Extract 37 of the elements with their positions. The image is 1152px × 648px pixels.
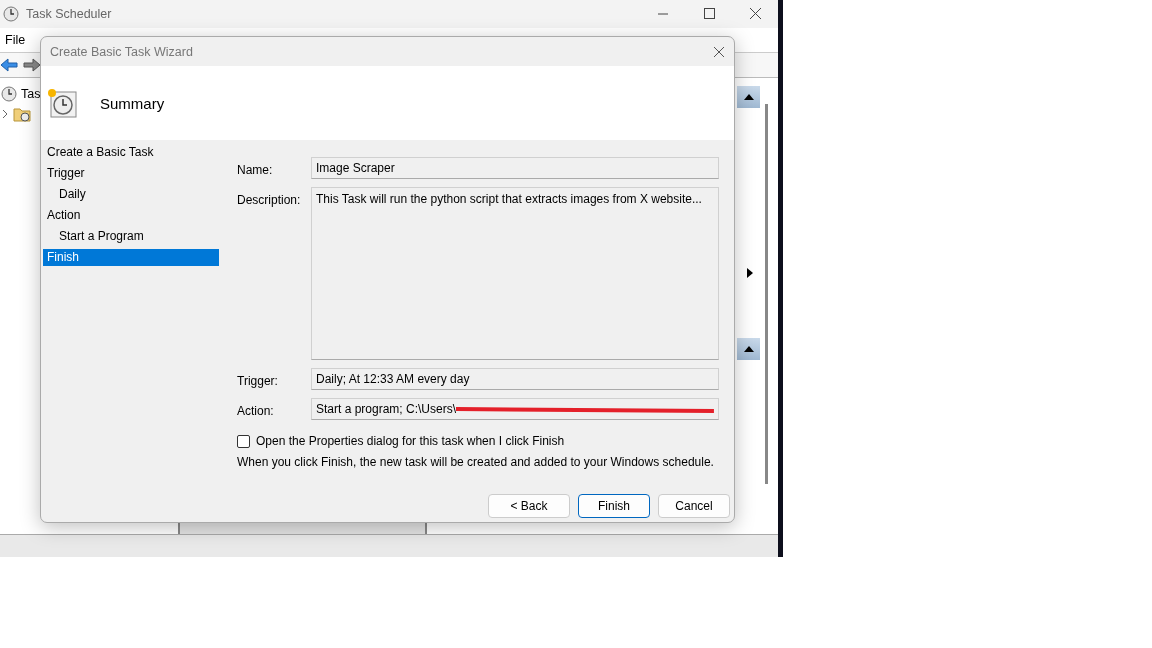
wizard-step[interactable]: Daily	[43, 186, 219, 203]
wizard-step[interactable]: Create a Basic Task	[43, 144, 219, 161]
dialog-button[interactable]: Finish	[578, 494, 650, 518]
close-button[interactable]	[713, 45, 725, 58]
wizard-step[interactable]: Finish	[43, 249, 219, 266]
description-field[interactable]: This Task will run the python script that extracts images from X website...	[311, 187, 719, 360]
scrollbar[interactable]	[765, 104, 768, 484]
clock-icon	[1, 86, 17, 102]
clock-icon	[3, 6, 19, 22]
text-field[interactable]: Daily; At 12:33 AM every day	[311, 368, 719, 390]
field-label: Name:	[237, 162, 274, 177]
wizard-step[interactable]: Start a Program	[43, 228, 219, 245]
collapse-arrow-icon[interactable]	[744, 346, 754, 352]
calendar-clock-icon	[46, 87, 78, 119]
wizard-step[interactable]: Action	[43, 207, 219, 224]
menu-item[interactable]: File	[5, 33, 26, 47]
dialog-title: Create Basic Task Wizard	[50, 44, 193, 59]
dialog-button[interactable]: Cancel	[658, 494, 730, 518]
field-label: Description:	[237, 192, 302, 207]
collapse-arrow-icon[interactable]	[744, 94, 754, 100]
forward-arrow-icon[interactable]	[23, 57, 41, 73]
field-label: Action:	[237, 403, 275, 418]
page-heading: Summary	[100, 94, 165, 112]
dialog-button[interactable]: < Back	[488, 494, 570, 518]
checkbox-label[interactable]: Open the Properties dialog for this task when I click Finish	[256, 434, 565, 448]
action-field[interactable]: Start a program; C:\Users\	[311, 398, 719, 420]
back-arrow-icon[interactable]	[0, 57, 18, 73]
checkbox[interactable]	[237, 434, 250, 448]
field-label: Trigger:	[237, 373, 279, 388]
chevron-icon[interactable]	[1, 109, 9, 119]
wizard-step[interactable]: Trigger	[43, 165, 219, 182]
folder-clock-icon[interactable]	[13, 106, 31, 122]
tree-item[interactable]: Tas	[21, 87, 41, 101]
text-field[interactable]: Image Scraper	[311, 157, 719, 179]
submenu-arrow-icon[interactable]	[747, 268, 753, 278]
window-title: Task Scheduler	[26, 7, 112, 21]
info-text: When you click Finish, the new task will be created and added to your Windows schedule.	[237, 455, 715, 469]
